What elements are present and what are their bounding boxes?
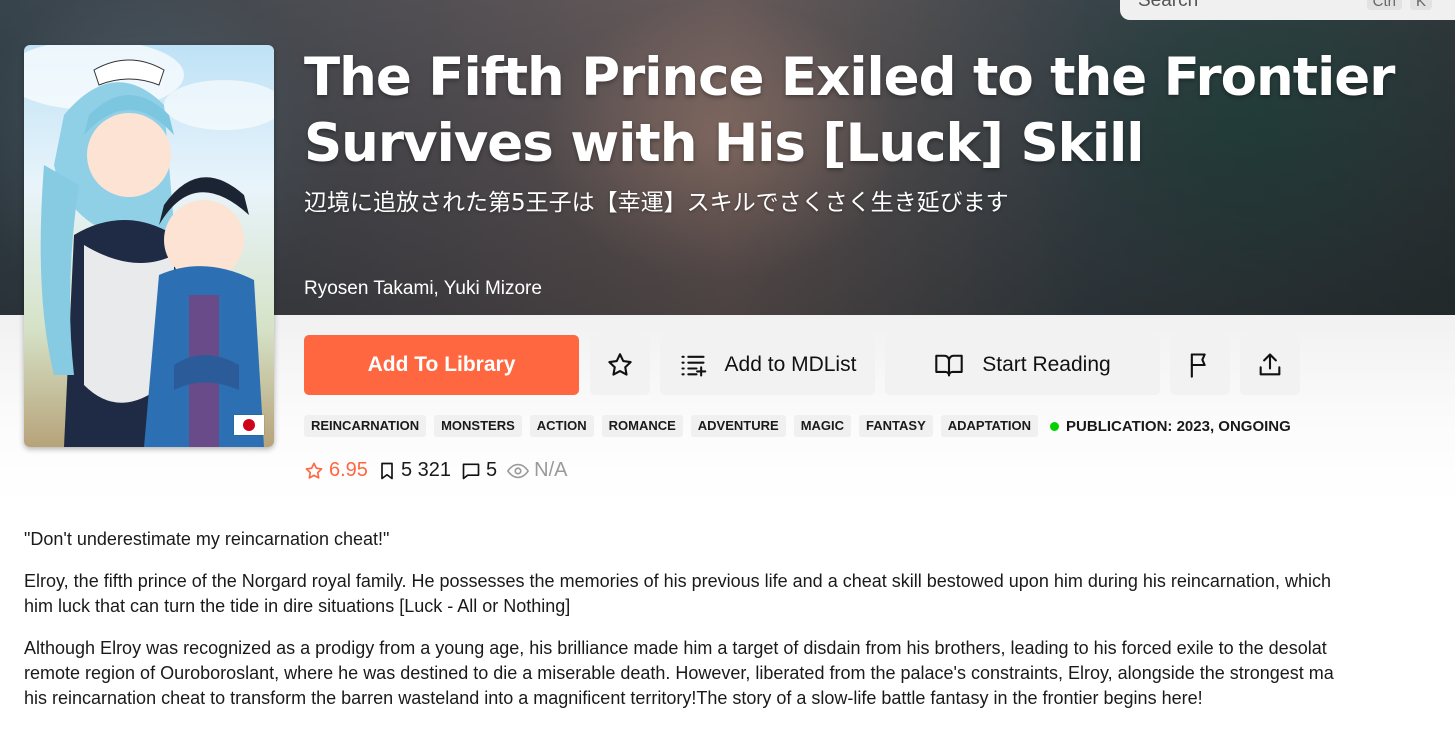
rating-stat[interactable]: 6.95 [304,459,368,482]
eye-icon [507,463,530,478]
japan-flag-icon [234,415,264,435]
star-icon [305,462,323,479]
add-to-library-button[interactable]: Add To Library [304,335,579,395]
description-line: Elroy, the fifth prince of the Norgard r… [24,571,1331,591]
tag-list: REINCARNATION MONSTERS ACTION ROMANCE AD… [304,415,1291,437]
tag-reincarnation[interactable]: REINCARNATION [304,415,427,437]
add-to-mdlist-label: Add to MDList [724,353,857,376]
views-stat: N/A [507,459,567,482]
cover-illustration [24,45,274,447]
description: "Don't underestimate my reincarnation ch… [24,527,1455,728]
publication-label: PUBLICATION: 2023, ONGOING [1066,417,1291,435]
description-line: Although Elroy was recognized as a prodi… [24,638,1327,658]
tag-monsters[interactable]: MONSTERS [434,415,522,437]
comments-stat[interactable]: 5 [461,459,497,482]
start-reading-button[interactable]: Start Reading [885,335,1160,395]
alternative-title: 辺境に追放された第5王子は【幸運】スキルでさくさく生き延びます [304,190,1009,216]
description-line: his reincarnation cheat to transform the… [24,688,1203,708]
start-reading-label: Start Reading [982,353,1111,376]
shortcut-key-k: K [1409,0,1432,10]
comments-count: 5 [486,459,498,481]
search-shortcut: Ctrl K [1366,0,1432,10]
description-paragraph: Elroy, the fifth prince of the Norgard r… [24,569,1455,619]
bookmark-icon [381,462,393,479]
page-title: The Fifth Prince Exiled to the Frontier … [304,45,1444,177]
rate-button[interactable] [590,335,650,395]
comment-icon [462,463,480,479]
tag-magic[interactable]: MAGIC [793,415,852,437]
follows-count: 5 321 [400,459,451,481]
status-dot [1050,421,1060,431]
search-placeholder: Search [1138,0,1199,11]
rating-value: 6.95 [329,459,368,481]
views-count: N/A [534,459,568,481]
cover-image[interactable] [24,45,274,447]
add-to-mdlist-button[interactable]: Add to MDList [660,335,875,395]
description-line: "Don't underestimate my reincarnation ch… [24,529,390,549]
tag-adventure[interactable]: ADVENTURE [690,415,786,437]
tag-fantasy[interactable]: FANTASY [859,415,933,437]
search-input[interactable]: Search Ctrl K [1120,0,1455,20]
title-line-2: Survives with His [Luck] Skill [304,113,1144,174]
book-open-icon [935,354,964,377]
tag-adaptation[interactable]: ADAPTATION [940,415,1039,437]
title-line-1: The Fifth Prince Exiled to the Frontier [304,47,1395,108]
tag-action[interactable]: ACTION [529,415,594,437]
description-line: remote region of Ouroboroslant, where he… [24,663,1334,683]
description-paragraph: "Don't underestimate my reincarnation ch… [24,527,1455,552]
flag-icon [1190,353,1206,378]
stats-bar: 6.95 5 321 5 N/A [304,459,567,482]
share-icon [1259,353,1281,376]
star-icon [608,353,632,376]
description-line: him luck that can turn the tide in dire … [24,596,571,616]
list-add-icon [680,355,706,377]
publication-status: PUBLICATION: 2023, ONGOING [1050,418,1291,435]
authors-link[interactable]: Ryosen Takami, Yuki Mizore [304,278,542,300]
description-paragraph: Although Elroy was recognized as a prodi… [24,636,1455,711]
add-to-library-label: Add To Library [367,353,516,376]
report-button[interactable] [1170,335,1230,395]
follows-stat: 5 321 [378,459,451,482]
share-button[interactable] [1240,335,1300,395]
tag-romance[interactable]: ROMANCE [601,415,683,437]
shortcut-key-ctrl: Ctrl [1366,0,1402,10]
